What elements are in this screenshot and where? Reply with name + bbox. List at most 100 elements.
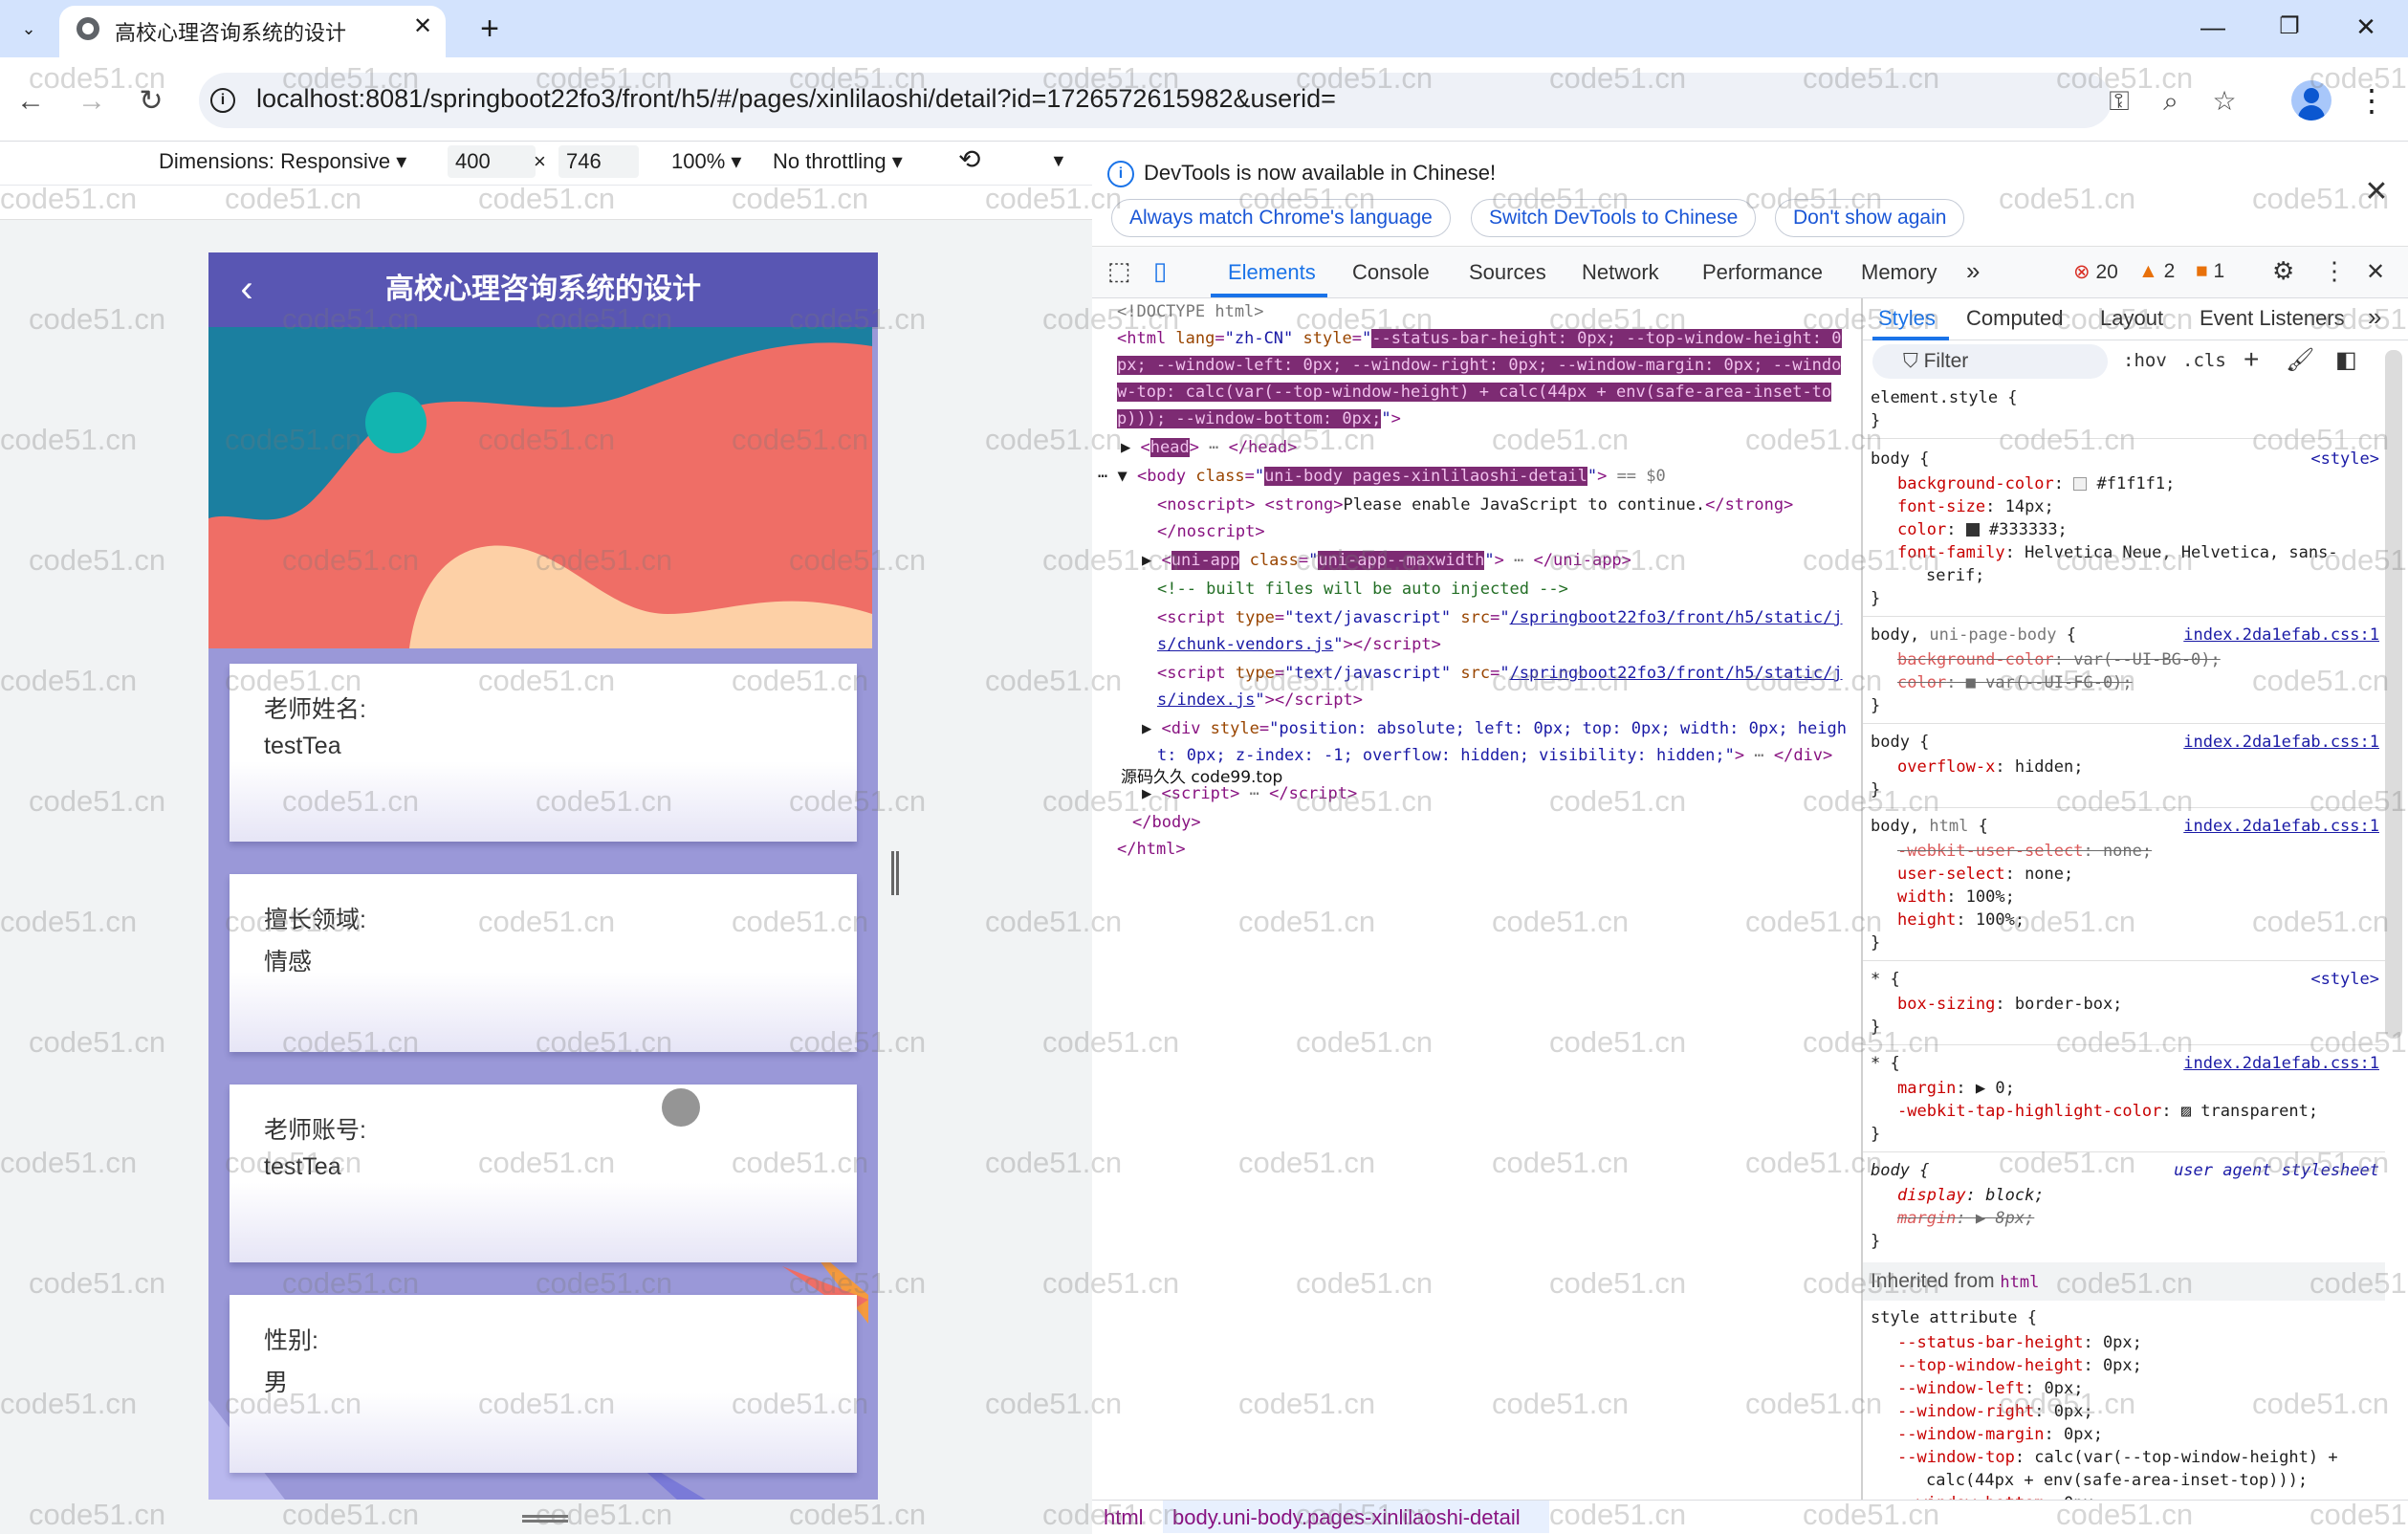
watermark-text: code51.cn (1745, 905, 1883, 938)
watermark-text: code51.cn (789, 784, 927, 818)
watermark-text: code51.cn (478, 182, 616, 215)
watermark-text: code51.cn (536, 1498, 673, 1531)
watermark-text: code51.cn (0, 423, 138, 456)
watermark-text: code51.cn (225, 664, 362, 697)
watermark-text: code51.cn (29, 1025, 166, 1059)
watermark-text: code51.cn (1296, 784, 1434, 818)
watermark-text: code51.cn (1803, 1266, 1940, 1300)
watermark-text: code51.cn (2309, 1498, 2408, 1531)
watermark-text: code51.cn (282, 1025, 420, 1059)
watermark-text: code51.cn (2309, 302, 2408, 336)
watermark-text: code51.cn (1296, 1025, 1434, 1059)
watermark-text: code51.cn (225, 1146, 362, 1179)
watermark-text: code51.cn (282, 302, 420, 336)
watermark-text: code51.cn (225, 1387, 362, 1420)
watermark-text: code51.cn (536, 61, 673, 95)
watermark-text: code51.cn (1042, 1498, 1180, 1531)
watermark-text: code51.cn (1492, 182, 1630, 215)
watermark-text: code51.cn (985, 1146, 1123, 1179)
watermark-text: code51.cn (1745, 1387, 1883, 1420)
watermark-text: code51.cn (1549, 302, 1687, 336)
watermark-text: code51.cn (2056, 1498, 2194, 1531)
watermark-text: code51.cn (1492, 664, 1630, 697)
watermark-text: code51.cn (1549, 543, 1687, 577)
watermark-text: code51.cn (1042, 1025, 1180, 1059)
watermark-text: code51.cn (478, 1146, 616, 1179)
watermark-text: code51.cn (478, 423, 616, 456)
watermark-text: code51.cn (1745, 182, 1883, 215)
watermark-text: code51.cn (29, 61, 166, 95)
watermark-text: code51.cn (225, 423, 362, 456)
watermark-text: code51.cn (0, 905, 138, 938)
watermark-text: code51.cn (732, 423, 869, 456)
watermark-text: code51.cn (1042, 784, 1180, 818)
watermark-text: code51.cn (732, 182, 869, 215)
watermark-text: code51.cn (1999, 423, 2136, 456)
watermark-text: code51.cn (2309, 543, 2408, 577)
watermark-text: code51.cn (282, 543, 420, 577)
watermark-text: code51.cn (1745, 423, 1883, 456)
watermark-text: code51.cn (1492, 423, 1630, 456)
watermark-text: code51.cn (789, 1498, 927, 1531)
watermark-text: code51.cn (789, 61, 927, 95)
watermark-text: code51.cn (29, 1266, 166, 1300)
watermark-text: code51.cn (1803, 61, 1940, 95)
watermark-text: code51.cn (1492, 1146, 1630, 1179)
watermark-text: code51.cn (1238, 423, 1376, 456)
watermark-text: code51.cn (1549, 784, 1687, 818)
watermark-text: code51.cn (1803, 1498, 1940, 1531)
watermark-text: code51.cn (2309, 784, 2408, 818)
watermark-text: code51.cn (1549, 61, 1687, 95)
watermark-text: code51.cn (789, 302, 927, 336)
watermark-text: code51.cn (1042, 302, 1180, 336)
watermark-text: code51.cn (985, 182, 1123, 215)
watermark-text: code51.cn (225, 182, 362, 215)
watermark-text: code51.cn (2056, 543, 2194, 577)
watermark-text: code51.cn (1803, 302, 1940, 336)
watermark-text: code51.cn (2056, 61, 2194, 95)
watermark-text: code51.cn (478, 664, 616, 697)
watermark-text: code51.cn (1745, 664, 1883, 697)
watermark-text: code51.cn (1549, 1025, 1687, 1059)
watermark-text: code51.cn (1999, 664, 2136, 697)
watermark-text: code51.cn (1296, 1266, 1434, 1300)
watermark-text: code51.cn (789, 1025, 927, 1059)
watermark-text: code51.cn (282, 1498, 420, 1531)
watermark-text: code51.cn (478, 1387, 616, 1420)
watermark-text: code51.cn (789, 1266, 927, 1300)
watermark-text: code51.cn (1803, 784, 1940, 818)
watermark-text: code51.cn (2252, 1146, 2390, 1179)
watermark-text: code51.cn (2056, 1266, 2194, 1300)
watermark-text: code51.cn (2056, 784, 2194, 818)
watermark-text: code51.cn (1296, 1498, 1434, 1531)
watermark-text: code51.cn (29, 1498, 166, 1531)
watermark-text: code51.cn (2252, 423, 2390, 456)
watermark-text: code51.cn (536, 302, 673, 336)
watermark-text: code51.cn (1238, 664, 1376, 697)
watermark-text: code51.cn (29, 784, 166, 818)
watermark-text: code51.cn (2309, 1266, 2408, 1300)
watermark-text: code51.cn (1549, 1266, 1687, 1300)
watermark-layer: code51.cn code51.cn code51.cn code51.cn code… (0, 0, 2408, 1534)
watermark-text: code51.cn (1296, 543, 1434, 577)
watermark-text: code51.cn (29, 543, 166, 577)
watermark-text: code51.cn (1296, 302, 1434, 336)
watermark-text: code51.cn (0, 1387, 138, 1420)
watermark-text: code51.cn (536, 1266, 673, 1300)
watermark-text: code51.cn (29, 302, 166, 336)
watermark-text: code51.cn (732, 905, 869, 938)
watermark-text: code51.cn (1042, 543, 1180, 577)
watermark-text: code51.cn (1238, 905, 1376, 938)
watermark-text: code51.cn (732, 664, 869, 697)
watermark-text: code51.cn (478, 905, 616, 938)
watermark-text: code51.cn (1238, 1146, 1376, 1179)
watermark-text: code51.cn (282, 61, 420, 95)
watermark-text: code51.cn (985, 1387, 1123, 1420)
watermark-text: code51.cn (789, 543, 927, 577)
watermark-text: code51.cn (1745, 1146, 1883, 1179)
watermark-text: code51.cn (282, 1266, 420, 1300)
watermark-text: code51.cn (536, 1025, 673, 1059)
watermark-text: code51.cn (1492, 1387, 1630, 1420)
watermark-text: code51.cn (2252, 664, 2390, 697)
watermark-text: code51.cn (1999, 905, 2136, 938)
